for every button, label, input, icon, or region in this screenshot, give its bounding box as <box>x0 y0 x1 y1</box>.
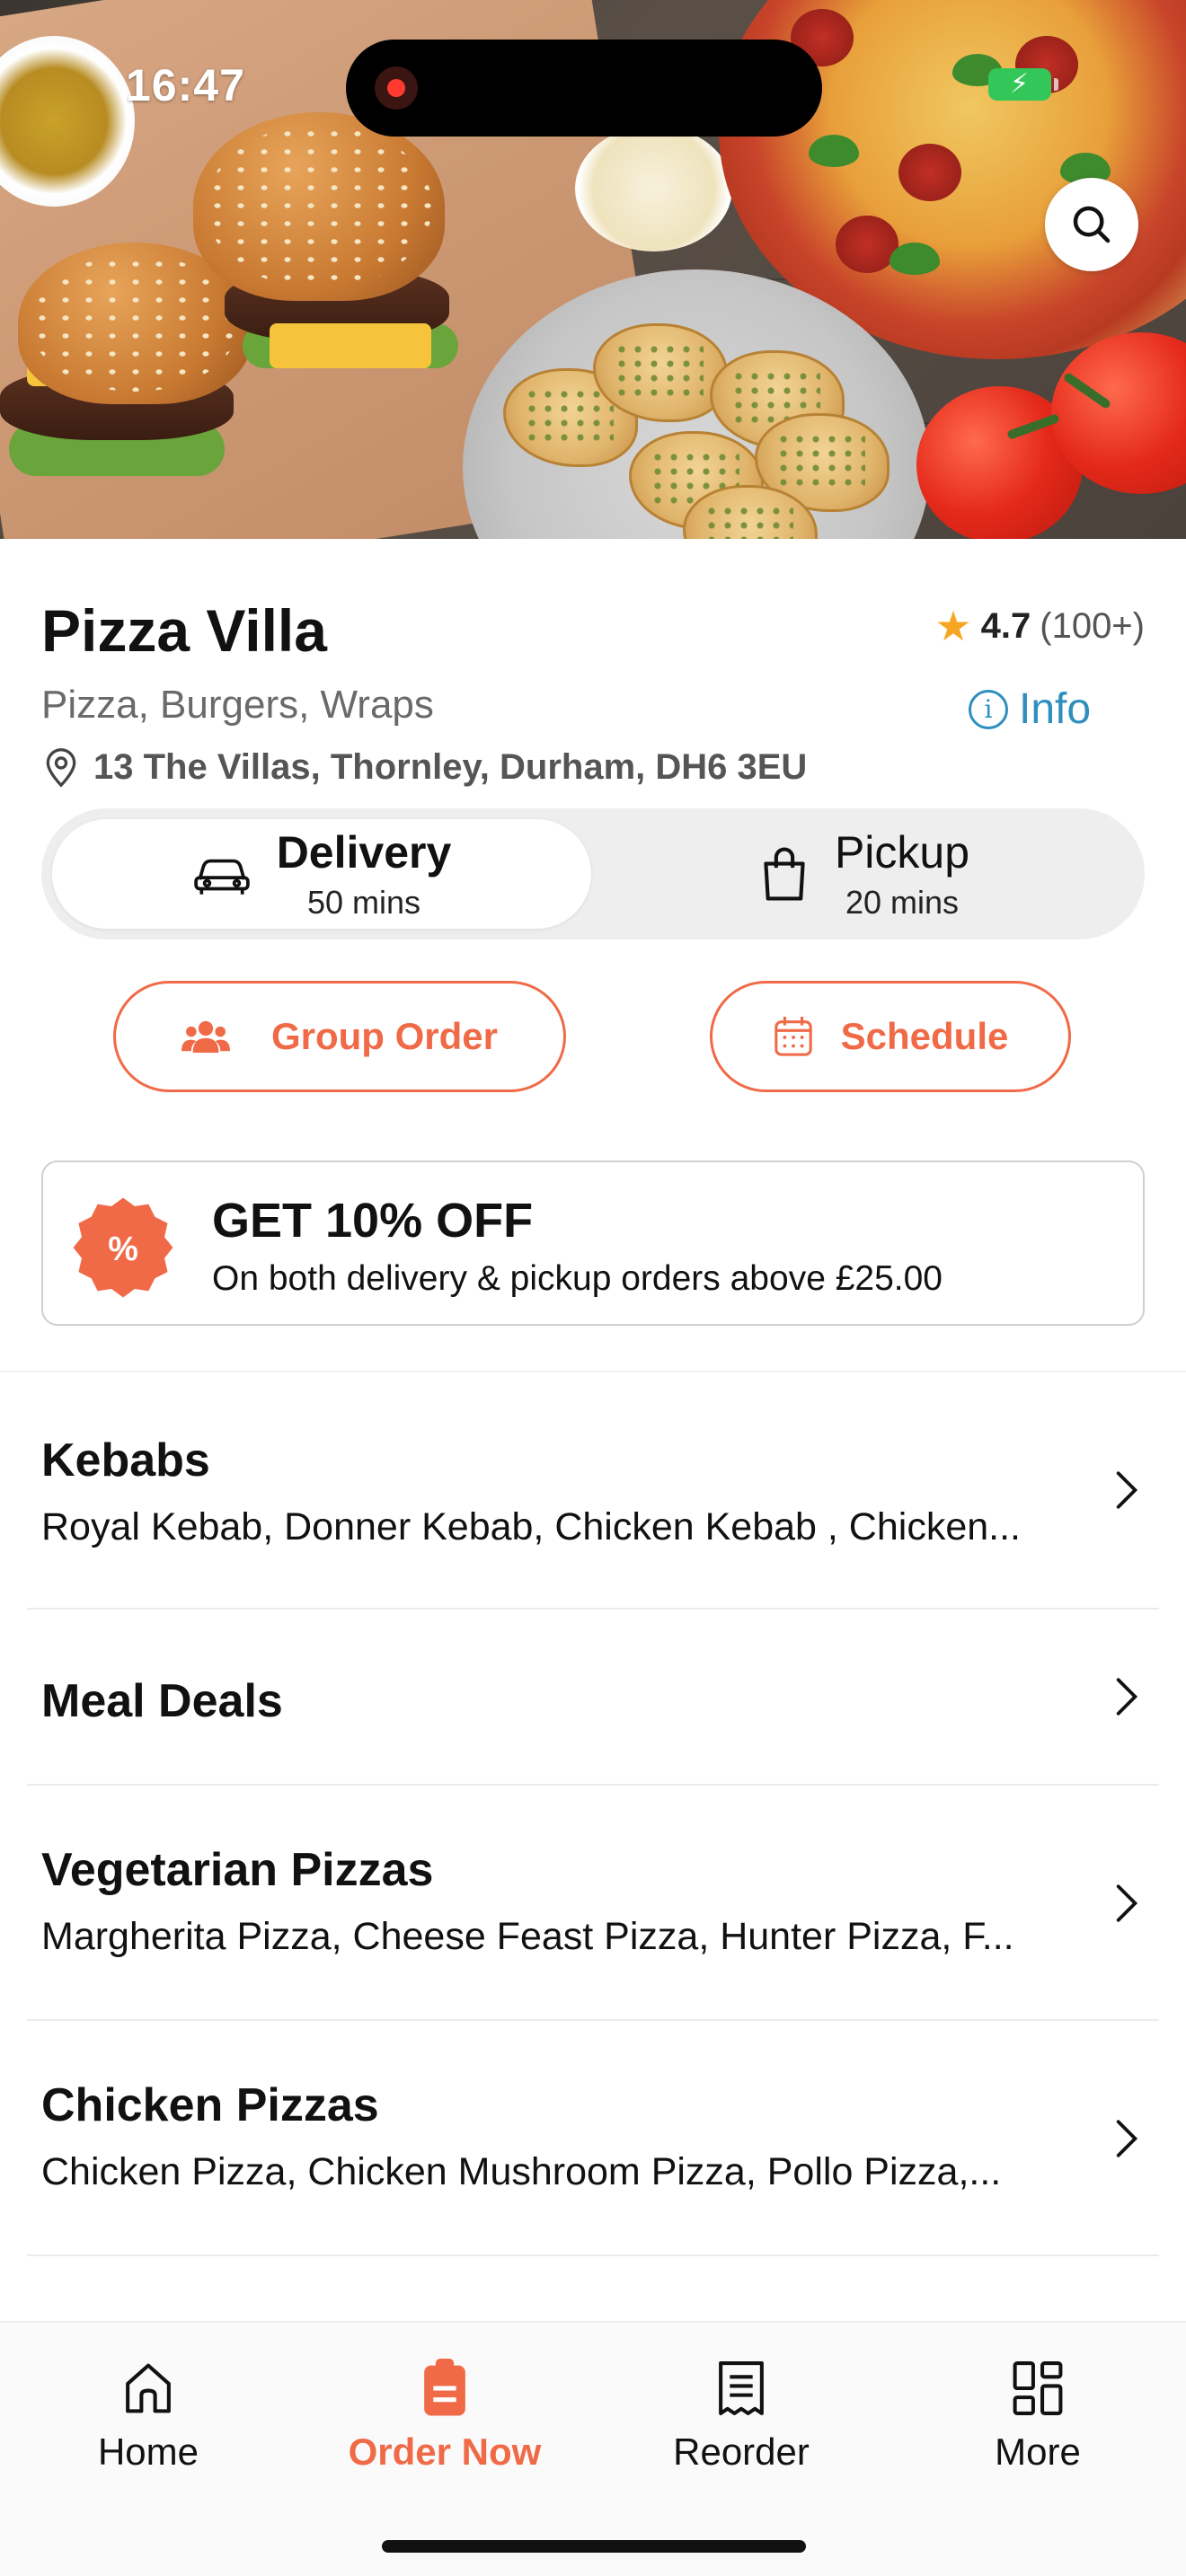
restaurant-page: 16:47 ⚡ Pizza Villa ★ 4.7 (100+) Pizza, … <box>0 0 1186 2576</box>
schedule-label: Schedule <box>840 1015 1009 1057</box>
calendar-icon <box>774 1016 812 1056</box>
tab-order-now[interactable]: Order Now <box>310 2359 580 2474</box>
order-icon <box>424 2359 465 2416</box>
tab-more[interactable]: More <box>903 2359 1173 2474</box>
pickup-time: 20 mins <box>845 883 960 921</box>
group-icon <box>181 1020 230 1053</box>
promo-banner[interactable]: % GET 10% OFF On both delivery & pickup … <box>41 1160 1145 1326</box>
tab-label: More <box>995 2430 1081 2473</box>
delivery-time: 50 mins <box>306 883 421 921</box>
pickup-label: Pickup <box>834 826 970 878</box>
recording-icon <box>375 66 418 110</box>
receipt-icon <box>719 2361 764 2415</box>
info-label: Info <box>1019 685 1092 733</box>
status-time: 16:47 <box>126 60 245 110</box>
category-meal-deals[interactable]: Meal Deals <box>27 1610 1159 1786</box>
home-icon <box>126 2363 171 2413</box>
group-order-button[interactable]: Group Order <box>113 981 566 1092</box>
category-name: Kebabs <box>41 1434 210 1486</box>
battery-charging-icon: ⚡ <box>988 68 1058 101</box>
chevron-right-icon <box>1116 1471 1138 1509</box>
promo-title: GET 10% OFF <box>212 1194 534 1248</box>
bottom-tab-bar: Home Order Now Reorder More <box>0 2321 1186 2576</box>
category-name: Vegetarian Pizzas <box>41 1844 434 1896</box>
category-chicken-pizzas[interactable]: Chicken Pizzas Chicken Pizza, Chicken Mu… <box>27 2021 1159 2256</box>
chevron-right-icon <box>1116 2120 1138 2157</box>
category-items: Margherita Pizza, Cheese Feast Pizza, Hu… <box>41 1915 1014 1958</box>
tab-label: Home <box>97 2430 199 2473</box>
category-name: Chicken Pizzas <box>41 2079 379 2131</box>
restaurant-name: Pizza Villa <box>41 597 327 664</box>
dynamic-island <box>346 40 822 137</box>
svg-text:%: % <box>108 1230 138 1267</box>
order-mode-toggle: Delivery 50 mins Pickup 20 mins <box>41 808 1145 940</box>
address-text: 13 The Villas, Thornley, Durham, DH6 3EU <box>93 746 808 787</box>
delivery-label: Delivery <box>276 826 452 878</box>
rating-value: 4.7 <box>980 605 1031 646</box>
cuisine-list: Pizza, Burgers, Wraps <box>41 683 434 727</box>
schedule-button[interactable]: Schedule <box>710 981 1071 1092</box>
delivery-option[interactable]: Delivery 50 mins <box>52 819 591 929</box>
promo-text: On both delivery & pickup orders above £… <box>212 1259 943 1298</box>
tab-label: Reorder <box>673 2430 810 2473</box>
discount-badge-icon: % <box>73 1197 173 1298</box>
grid-icon <box>1013 2361 1063 2415</box>
category-vegetarian-pizzas[interactable]: Vegetarian Pizzas Margherita Pizza, Chee… <box>27 1786 1159 2021</box>
search-button[interactable] <box>1045 178 1138 271</box>
shopping-bag-icon <box>764 847 805 901</box>
category-name: Meal Deals <box>41 1675 283 1727</box>
divider <box>0 1371 1186 1372</box>
category-items: Chicken Pizza, Chicken Mushroom Pizza, P… <box>41 2150 1002 2193</box>
chevron-right-icon <box>1116 1678 1138 1716</box>
category-items: Royal Kebab, Donner Kebab, Chicken Kebab… <box>41 1505 1021 1548</box>
category-kebabs[interactable]: Kebabs Royal Kebab, Donner Kebab, Chicke… <box>27 1374 1159 1610</box>
tab-label: Order Now <box>348 2430 542 2473</box>
rating: ★ 4.7 (100+) <box>934 605 1145 647</box>
chevron-right-icon <box>1116 1884 1138 1922</box>
home-indicator[interactable] <box>382 2540 806 2553</box>
tab-reorder[interactable]: Reorder <box>606 2359 876 2474</box>
info-link[interactable]: i Info <box>969 684 1091 734</box>
group-order-label: Group Order <box>270 1015 499 1057</box>
car-icon <box>193 859 250 895</box>
search-icon <box>1073 206 1111 243</box>
tab-home[interactable]: Home <box>13 2359 283 2474</box>
rating-count: (100+) <box>1040 605 1145 646</box>
pickup-option[interactable]: Pickup 20 mins <box>595 819 1134 929</box>
location-pin-icon <box>46 748 76 788</box>
address: 13 The Villas, Thornley, Durham, DH6 3EU <box>41 745 807 789</box>
star-icon: ★ <box>934 603 972 649</box>
info-icon: i <box>969 689 1008 729</box>
